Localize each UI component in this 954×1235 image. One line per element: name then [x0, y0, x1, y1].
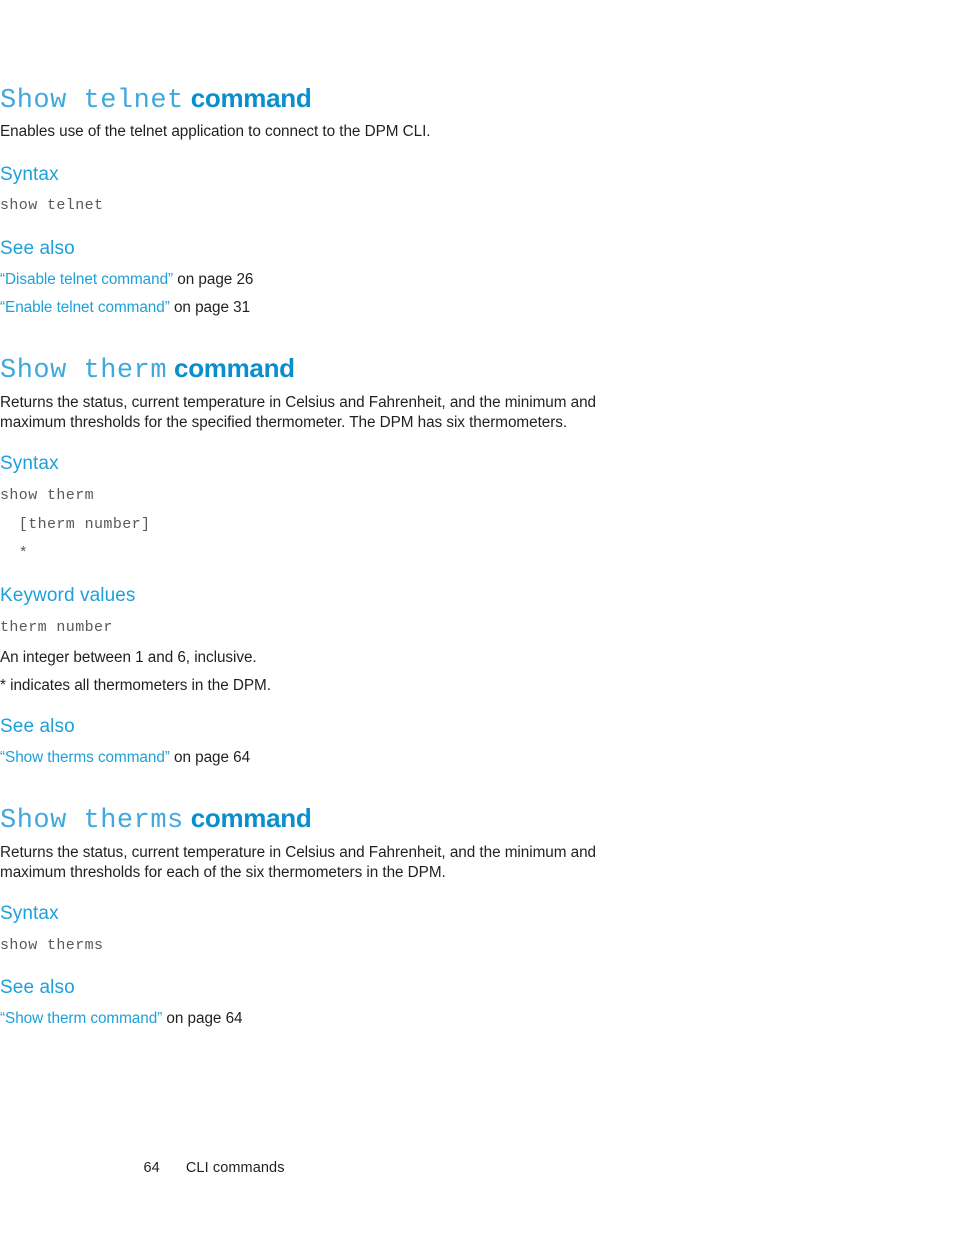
- xref-show-therms: “Show therms command” on page 64: [0, 748, 250, 768]
- section-heading-show-therms: Show therms command: [0, 798, 312, 837]
- heading-command-name: Show telnet: [0, 86, 184, 116]
- xref-link-enable-telnet-command[interactable]: Enable telnet command: [5, 299, 165, 316]
- syntax-code-show-therm: show therm: [0, 487, 95, 504]
- keyword-note-integer-range: An integer between 1 and 6, inclusive.: [0, 649, 257, 666]
- section-heading-show-therm: Show therm command: [0, 348, 295, 387]
- heading-command-word: command: [190, 83, 312, 113]
- syntax-code-therm-number-option: [therm number]: [0, 516, 151, 533]
- xref-page-reference: on page 64: [169, 749, 251, 766]
- footer-page-number: 64: [143, 1160, 160, 1176]
- section-description-show-therms: Returns the status, current temperature …: [0, 844, 596, 881]
- footer-chapter-label: CLI commands: [185, 1160, 285, 1176]
- xref-disable-telnet: “Disable telnet command” on page 26: [0, 270, 253, 290]
- document-page: Show telnet command Enables use of the te…: [0, 0, 954, 1235]
- section-description-show-telnet: Enables use of the telnet application to…: [0, 123, 431, 140]
- subheading-keyword-values-show-therm: Keyword values: [0, 585, 136, 606]
- subheading-syntax-show-telnet: Syntax: [0, 164, 59, 185]
- syntax-code-show-therms: show therms: [0, 937, 104, 954]
- syntax-code-asterisk-option: *: [0, 545, 29, 562]
- heading-command-word: command: [190, 803, 312, 833]
- page-footer: 64 CLI commands: [127, 1144, 285, 1192]
- keyword-note-asterisk-meaning: * indicates all thermometers in the DPM.: [0, 677, 271, 694]
- heading-command-name: Show therm: [0, 356, 168, 386]
- heading-command-word: command: [174, 353, 295, 383]
- subheading-see-also-show-therm: See also: [0, 716, 75, 737]
- syntax-code-show-telnet: show telnet: [0, 197, 104, 214]
- xref-show-therm: “Show therm command” on page 64: [0, 1009, 243, 1029]
- subheading-see-also-show-telnet: See also: [0, 238, 75, 259]
- subheading-syntax-show-therms: Syntax: [0, 903, 59, 924]
- section-heading-show-telnet: Show telnet command: [0, 78, 312, 117]
- xref-link-disable-telnet-command[interactable]: Disable telnet command: [5, 271, 168, 288]
- xref-page-reference: on page 64: [162, 1010, 243, 1027]
- xref-page-reference: on page 26: [173, 271, 254, 288]
- subheading-syntax-show-therm: Syntax: [0, 453, 59, 474]
- subheading-see-also-show-therms: See also: [0, 977, 75, 998]
- xref-link-show-therms-command[interactable]: Show therms command: [5, 749, 165, 766]
- keyword-code-therm-number: therm number: [0, 619, 113, 636]
- xref-enable-telnet: “Enable telnet command” on page 31: [0, 298, 250, 318]
- xref-page-reference: on page 31: [169, 299, 251, 316]
- section-description-show-therm: Returns the status, current temperature …: [0, 394, 596, 431]
- xref-link-show-therm-command[interactable]: Show therm command: [5, 1010, 157, 1027]
- heading-command-name: Show therms: [0, 806, 184, 836]
